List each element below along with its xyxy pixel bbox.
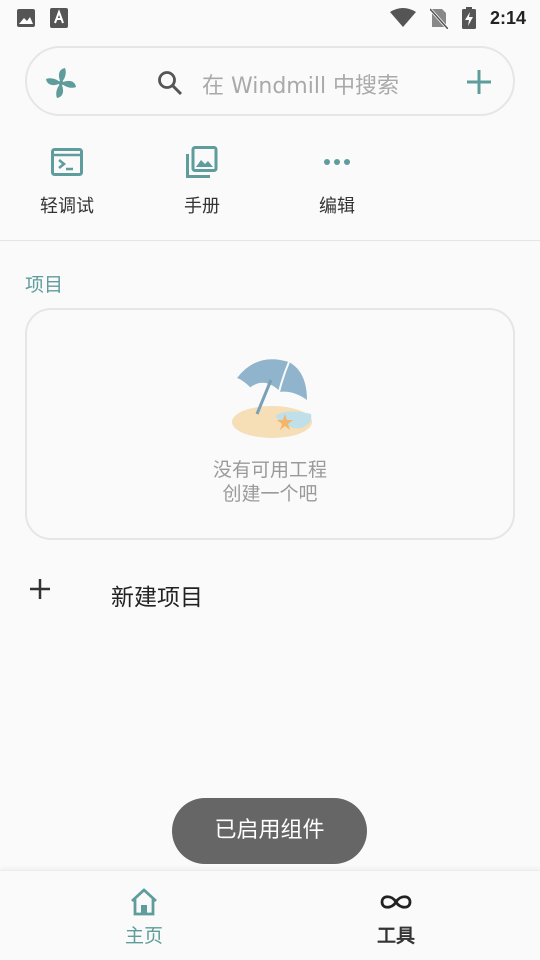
text-a-icon xyxy=(50,8,68,28)
status-right: 2:14 xyxy=(389,7,526,29)
quick-action-debug[interactable]: 轻调试 xyxy=(22,140,112,218)
quick-action-label: 轻调试 xyxy=(40,196,94,217)
nav-item-label: 工具 xyxy=(376,925,415,947)
empty-state-text: 没有可用工程 创建一个吧 xyxy=(27,458,513,506)
terminal-icon xyxy=(22,140,112,184)
new-project-label: 新建项目 xyxy=(111,585,203,611)
quick-action-edit[interactable]: 编辑 xyxy=(292,140,382,218)
nav-item-tools[interactable]: 工具 xyxy=(356,887,436,948)
beach-umbrella-icon xyxy=(227,358,317,447)
gallery-icon xyxy=(157,140,247,184)
plus-icon[interactable] xyxy=(465,68,493,100)
quick-action-label: 手册 xyxy=(184,196,220,217)
toast-message: 已启用组件 xyxy=(172,798,367,864)
search-input[interactable]: 在 Windmill 中搜索 xyxy=(202,68,399,100)
no-sim-icon xyxy=(429,7,448,29)
windmill-logo-icon[interactable] xyxy=(43,65,79,101)
status-bar: 2:14 xyxy=(0,0,540,36)
wifi-icon xyxy=(389,8,416,28)
quick-action-label: 编辑 xyxy=(319,196,355,217)
bottom-nav: 主页 工具 xyxy=(0,870,540,960)
empty-state-line1: 没有可用工程 xyxy=(212,459,327,481)
empty-state-line2: 创建一个吧 xyxy=(222,483,318,505)
search-icon[interactable] xyxy=(157,70,183,100)
nav-item-home[interactable]: 主页 xyxy=(104,887,184,948)
quick-actions: 轻调试 手册 编辑 xyxy=(0,140,540,230)
battery-charging-icon xyxy=(461,7,476,29)
image-icon xyxy=(16,8,36,28)
plus-icon xyxy=(28,577,52,605)
status-left xyxy=(16,8,68,28)
more-dots-icon xyxy=(292,140,382,184)
nav-item-label: 主页 xyxy=(124,925,163,947)
infinity-icon xyxy=(356,887,436,917)
divider xyxy=(0,240,540,241)
search-bar[interactable]: 在 Windmill 中搜索 xyxy=(25,46,515,116)
empty-projects-card: 没有可用工程 创建一个吧 xyxy=(25,308,515,540)
status-time: 2:14 xyxy=(489,7,526,28)
projects-section-title: 项目 xyxy=(25,274,64,296)
new-project-button[interactable]: 新建项目 xyxy=(0,565,540,621)
home-icon xyxy=(104,887,184,917)
quick-action-manual[interactable]: 手册 xyxy=(157,140,247,218)
